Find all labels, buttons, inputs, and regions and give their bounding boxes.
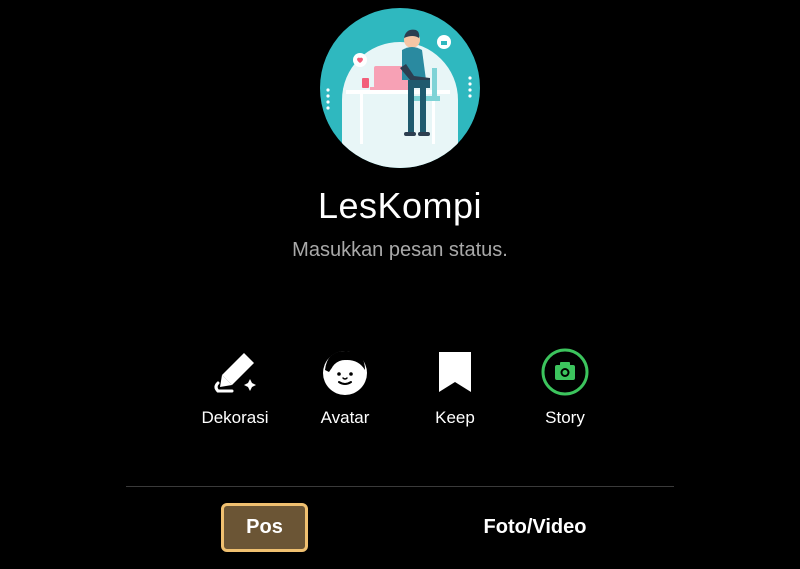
avatar-button[interactable]: Avatar [290,344,400,428]
keep-label: Keep [435,408,475,427]
decorate-pen-icon [207,344,263,400]
avatar-face-icon [317,344,373,400]
dekorasi-button[interactable]: Dekorasi [180,344,290,428]
section-divider [126,486,674,487]
story-label: Story [545,408,585,427]
profile-actions: Dekorasi Avatar Keep Story [0,344,800,444]
story-button[interactable]: Story [510,344,620,428]
dekorasi-label: Dekorasi [201,408,269,427]
profile-illustration [320,8,480,168]
status-message[interactable]: Masukkan pesan status. [0,239,800,262]
tab-pos[interactable]: Pos [221,503,308,552]
tab-foto-video[interactable]: Foto/Video [455,503,615,552]
bookmark-icon [427,344,483,400]
profile-avatar[interactable] [320,8,480,168]
camera-icon [537,344,593,400]
avatar-label: Avatar [320,408,370,427]
profile-name[interactable]: LesKompi [0,185,800,227]
keep-button[interactable]: Keep [400,344,510,428]
